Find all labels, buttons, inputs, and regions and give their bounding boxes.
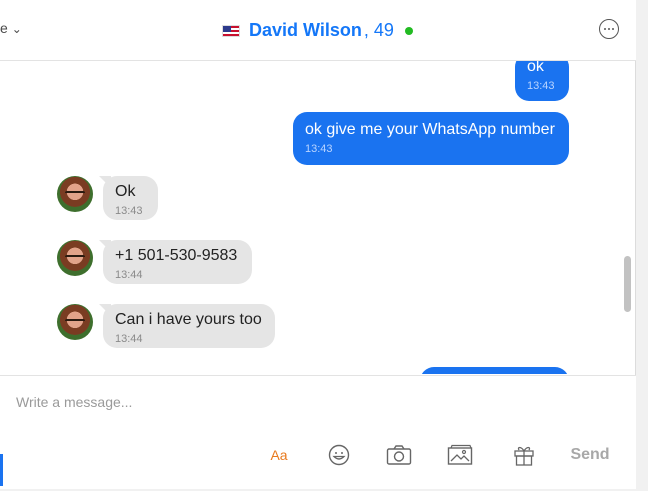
message-text: ok give me your WhatsApp number	[305, 121, 555, 138]
outgoing-message: ok give me your WhatsApp number 13:43	[293, 112, 569, 165]
message-time: 13:44	[115, 269, 143, 281]
message-bubble: Ok 13:43	[103, 176, 158, 220]
message-time: 13:43	[527, 80, 555, 92]
chevron-down-icon: ⌄	[11, 22, 22, 36]
message-bubble: +1 501-530-9583 13:44	[103, 240, 252, 284]
contact-title[interactable]: David Wilson , 49	[222, 20, 413, 41]
gift-icon[interactable]	[512, 443, 536, 467]
sidebar-accent-bar	[0, 454, 3, 486]
message-input[interactable]	[16, 390, 616, 414]
us-flag-icon	[222, 24, 240, 37]
outgoing-message-partial	[420, 367, 569, 374]
contact-name[interactable]: David Wilson	[249, 20, 362, 41]
message-composer: Aa Send	[0, 375, 636, 489]
message-time: 13:43	[305, 143, 333, 155]
chat-panel: e ⌄ David Wilson , 49 ok 13:43 ok give me…	[0, 0, 636, 489]
camera-icon[interactable]	[385, 443, 413, 467]
send-label: Send	[570, 446, 610, 463]
message-text: Can i have yours too	[115, 311, 262, 328]
text-format-label: Aa	[270, 447, 288, 463]
message-text: ok	[527, 61, 544, 75]
contact-switcher-label: e	[0, 20, 8, 36]
image-gallery-icon[interactable]	[446, 443, 474, 467]
message-text: +1 501-530-9583	[115, 247, 238, 264]
message-time: 13:43	[115, 205, 143, 217]
avatar[interactable]	[57, 240, 93, 276]
emoji-icon[interactable]	[327, 443, 351, 467]
message-scrollbar[interactable]	[624, 256, 631, 312]
send-button[interactable]: Send	[570, 443, 610, 467]
contact-switcher[interactable]: e ⌄	[0, 20, 22, 36]
message-text: Ok	[115, 183, 136, 200]
message-bubble: Can i have yours too 13:44	[103, 304, 275, 348]
outgoing-message: ok 13:43	[515, 61, 569, 101]
more-options-icon[interactable]	[599, 19, 619, 39]
contact-age: , 49	[363, 20, 394, 40]
avatar[interactable]	[57, 304, 93, 340]
avatar[interactable]	[57, 176, 93, 212]
message-list[interactable]: ok 13:43 ok give me your WhatsApp number…	[0, 61, 620, 374]
chat-header: e ⌄ David Wilson , 49	[0, 0, 636, 61]
online-status-dot	[404, 26, 413, 35]
text-format-icon[interactable]: Aa	[270, 443, 288, 467]
message-time: 13:44	[115, 333, 143, 345]
